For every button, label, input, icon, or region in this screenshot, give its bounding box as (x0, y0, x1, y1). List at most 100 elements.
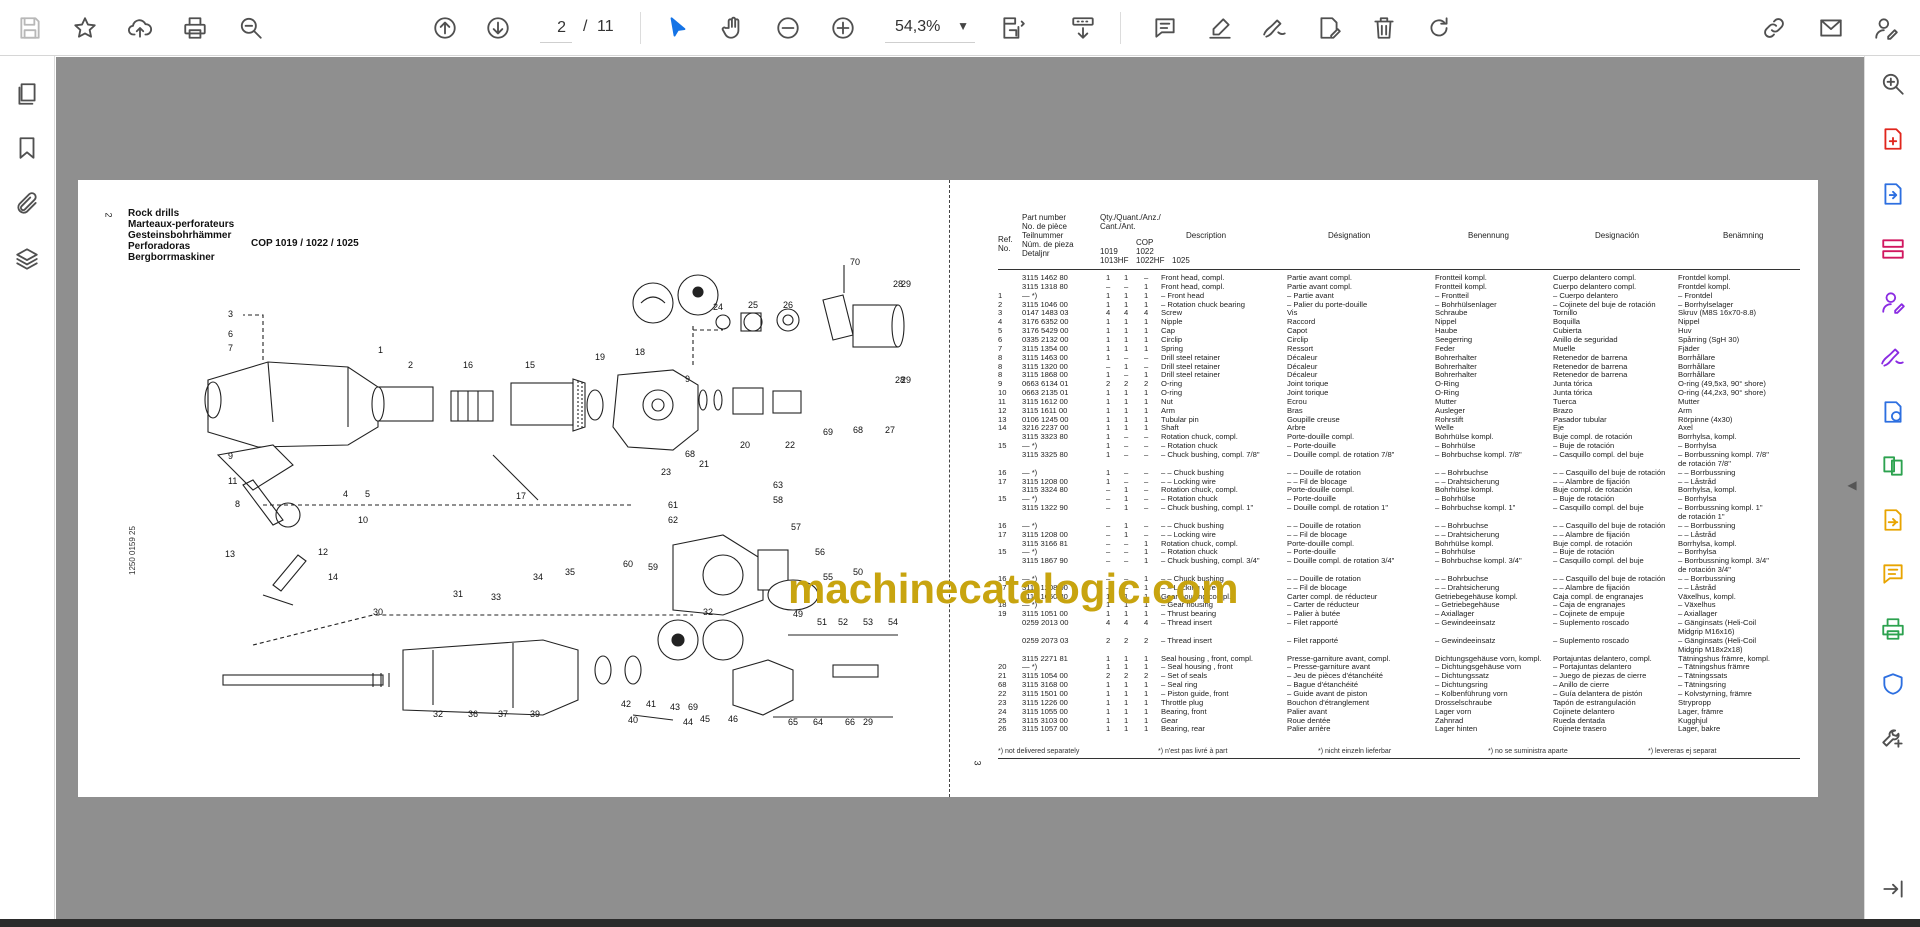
table-cell: — *) (1022, 662, 1038, 672)
page-fit-icon[interactable] (995, 10, 1031, 46)
svg-text:17: 17 (516, 491, 526, 501)
export-pdf-icon[interactable] (1875, 176, 1911, 212)
svg-text:22: 22 (785, 440, 795, 450)
table-cell: Rohrstift (1435, 414, 1464, 424)
table-cell: 3115 3168 00 (1022, 680, 1068, 690)
attachment-icon[interactable] (9, 186, 45, 222)
svg-text:33: 33 (491, 592, 501, 602)
protect-icon[interactable] (1875, 666, 1911, 702)
table-cell: – Douille compl. de rotation 7/8" (1287, 450, 1395, 459)
convert-icon[interactable] (1875, 394, 1911, 430)
table-cell: – – Bohrbuchse (1435, 573, 1489, 583)
table-cell: 0259 2013 00 (1022, 618, 1069, 628)
bookmark-icon[interactable] (9, 130, 45, 166)
svg-text:36: 36 (468, 709, 478, 719)
svg-text:40: 40 (628, 715, 638, 725)
table-cell: – Juego de piezas de cierre (1553, 671, 1647, 681)
table-cell: – Set of seals (1161, 671, 1208, 681)
redo-icon[interactable] (1421, 10, 1457, 46)
organize-pages-icon[interactable] (1875, 231, 1911, 267)
zoom-dropdown[interactable]: 54,3% ▼ (885, 13, 975, 43)
table-cell: – (1144, 361, 1149, 371)
page-down-icon[interactable] (480, 10, 516, 46)
svg-text:69: 69 (688, 702, 698, 712)
star-icon[interactable] (67, 10, 103, 46)
table-cell: – Chuck bushing, compl. 1" (1161, 503, 1254, 513)
table-cell: – Rotation chuck (1161, 547, 1218, 557)
table-cell: – (1124, 467, 1129, 477)
upload-icon[interactable] (122, 10, 158, 46)
sign-icon[interactable] (1868, 10, 1904, 46)
svg-text:1: 1 (378, 345, 383, 355)
table-row: 13 0106 1245 00 1 1 1 Tubular pin Goupille cre… (998, 415, 1800, 424)
table-cell: Lager vorn (1435, 706, 1472, 716)
compare-icon[interactable] (1875, 448, 1911, 484)
collapse-right-arrow[interactable]: ◀ (1846, 478, 1858, 496)
svg-text:69: 69 (823, 427, 833, 437)
table-cell: – (1124, 547, 1129, 557)
search-icon[interactable] (233, 10, 269, 46)
table-cell: 1 (1124, 503, 1129, 513)
delete-icon[interactable] (1366, 10, 1402, 46)
left-page-number: 2 (103, 212, 114, 218)
table-cell: 22 (998, 688, 1007, 698)
table-cell: Cuerpo delantero compl. (1553, 281, 1637, 291)
scroll-mode-icon[interactable] (1065, 10, 1101, 46)
table-cell: Vis (1287, 308, 1298, 318)
hand-tool-icon[interactable] (715, 10, 751, 46)
table-cell: 1 (1144, 715, 1149, 725)
page-total: 11 (597, 18, 614, 35)
edit-text-icon[interactable] (1311, 10, 1347, 46)
table-cell: Borrhylsa, kompl. (1678, 432, 1737, 442)
create-pdf-icon[interactable] (1875, 121, 1911, 157)
export-file-icon[interactable] (1875, 502, 1911, 538)
svg-text:61: 61 (668, 500, 678, 510)
page-number-input[interactable] (540, 13, 572, 43)
print-production-icon[interactable] (1875, 611, 1911, 647)
table-cell: 1 (1124, 405, 1129, 415)
table-row: 26 3115 1057 00 1 1 1 Bearing, rear Palier arr… (998, 724, 1800, 733)
table-cell: 1 (1124, 715, 1129, 725)
table-cell: Bohrerhalter (1435, 370, 1477, 380)
expand-icon[interactable] (1875, 871, 1911, 907)
more-tools-icon[interactable] (1875, 719, 1911, 755)
edit-pdf-icon[interactable] (1875, 339, 1911, 375)
share-link-icon[interactable] (1756, 10, 1792, 46)
print-icon[interactable] (177, 10, 213, 46)
table-cell: Muelle (1553, 343, 1576, 353)
select-cursor-icon[interactable] (660, 10, 696, 46)
table-cell: 3115 1046 00 (1022, 299, 1068, 309)
highlight-icon[interactable] (1202, 10, 1238, 46)
table-row: 16 — *) 1 – – – – Chuck bushing – – Douille de… (998, 468, 1800, 477)
table-cell: Cap (1161, 326, 1175, 336)
svg-text:3: 3 (228, 309, 233, 319)
table-cell: 3115 1354 00 (1022, 343, 1068, 353)
table-row: 0259 2013 00 4 4 4 – Thread insert – Filet ra… (998, 618, 1800, 627)
table-cell: Cubierta (1553, 326, 1582, 336)
table-cell: Arm (1161, 405, 1175, 415)
comment-icon[interactable] (1147, 10, 1183, 46)
table-cell: – (1106, 538, 1111, 548)
zoom-out-icon[interactable] (770, 10, 806, 46)
table-cell: Midgrip M18x2x18) (1678, 644, 1743, 654)
comment-tool-icon[interactable] (1875, 556, 1911, 592)
zoom-search-icon[interactable] (1875, 66, 1911, 102)
draw-icon[interactable] (1257, 10, 1293, 46)
mail-icon[interactable] (1813, 10, 1849, 46)
save-icon[interactable] (12, 10, 48, 46)
table-cell: 1 (1144, 299, 1149, 309)
table-cell: – Bohrbuchse kompl. 3/4" (1435, 556, 1522, 566)
table-cell: 6 (998, 334, 1003, 344)
table-cell: – (1124, 432, 1129, 442)
table-cell: 3115 1320 00 (1022, 361, 1068, 371)
layers-icon[interactable] (9, 241, 45, 277)
fill-sign-icon[interactable] (1875, 284, 1911, 320)
table-cell: Frontdel kompl. (1678, 281, 1731, 291)
table-cell: 1 (1124, 529, 1129, 539)
pages-icon[interactable] (9, 76, 45, 112)
page-up-icon[interactable] (427, 10, 463, 46)
table-cell: 3115 3325 80 (1022, 450, 1068, 459)
table-cell: – – Borrbussning (1678, 573, 1736, 583)
table-cell: – – Drahtsicherung (1435, 476, 1500, 486)
zoom-in-icon[interactable] (825, 10, 861, 46)
